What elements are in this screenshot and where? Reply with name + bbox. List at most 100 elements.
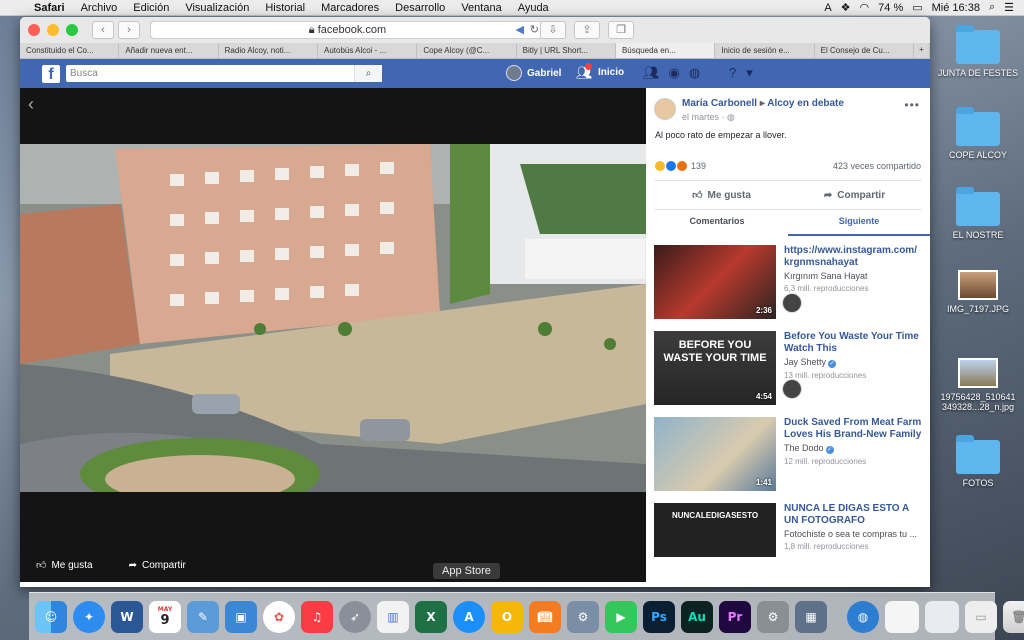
facebook-logo-icon[interactable]: f — [42, 65, 60, 83]
notifications-icon[interactable]: ☰ — [1004, 1, 1014, 14]
menu-archivo[interactable]: Archivo — [73, 2, 126, 14]
menu-marcadores[interactable]: Marcadores — [313, 2, 387, 14]
books-icon[interactable]: 📖︎ — [529, 600, 561, 633]
clock[interactable]: Mié 16:38 — [932, 2, 980, 14]
account-menu-icon[interactable]: ▾ — [746, 65, 753, 81]
desktop-image-img7197[interactable]: IMG_7197.JPG — [936, 270, 1020, 314]
excel-icon[interactable]: X — [415, 600, 447, 633]
zoom-window-button[interactable] — [66, 24, 78, 36]
menu-ayuda[interactable]: Ayuda — [510, 2, 557, 14]
channel-name[interactable]: The Dodo — [784, 443, 824, 453]
address-bar[interactable]: 🔒︎ facebook.com ◀︎ ↻ — [150, 21, 545, 39]
preview-icon[interactable]: ✎ — [187, 600, 219, 633]
share-button[interactable]: ➦ Compartir — [788, 181, 921, 209]
minimized-window-icon[interactable] — [925, 600, 959, 633]
safari-icon[interactable]: ✦ — [73, 600, 105, 633]
outlook-icon[interactable]: O — [491, 600, 523, 633]
network-globe-icon[interactable]: ◍ — [847, 600, 879, 633]
dropbox-icon[interactable]: ❖ — [841, 1, 851, 14]
author-name-link[interactable]: María Carbonell — [682, 98, 757, 109]
menu-historial[interactable]: Historial — [257, 2, 313, 14]
more-options-icon[interactable]: ••• — [904, 98, 920, 112]
suggested-video[interactable]: NUNCALEDIGASESTO NUNCA LE DIGAS ESTO A U… — [654, 503, 924, 557]
keynote-icon[interactable]: ▣ — [225, 600, 257, 633]
video-thumbnail[interactable]: 2:36 — [654, 245, 776, 319]
video-thumbnail[interactable]: BEFORE YOU WASTE YOUR TIME 4:54 — [654, 331, 776, 405]
tab-next[interactable]: Siguiente — [788, 209, 930, 236]
finder-icon[interactable]: ☺ — [35, 600, 67, 633]
tab-0[interactable]: Constituido el Co... — [20, 43, 120, 58]
new-tab-button[interactable]: + — [914, 43, 930, 58]
menu-desarrollo[interactable]: Desarrollo — [387, 2, 453, 14]
calendar-icon[interactable]: MAY 9 — [149, 600, 181, 633]
desktop-folder-fotos[interactable]: FOTOS — [936, 435, 1020, 488]
search-icon[interactable]: ⌕ — [354, 65, 382, 82]
facetime-icon[interactable]: ▶ — [605, 600, 637, 633]
trash-icon[interactable]: 🗑︎ — [1003, 600, 1024, 633]
video-share-button[interactable]: ➦ Compartir — [129, 560, 186, 571]
tab-8[interactable]: El Consejo de Cu... — [815, 43, 914, 58]
back-button[interactable]: ‹ — [92, 21, 114, 39]
charts-icon[interactable]: ▥ — [377, 600, 409, 633]
search-icon[interactable]: ⌕ — [989, 1, 995, 14]
menu-safari[interactable]: Safari — [26, 2, 73, 14]
battery-text[interactable]: 74 % — [878, 2, 903, 14]
system-preferences-icon[interactable]: ⚙ — [757, 600, 789, 633]
video-frame[interactable] — [20, 144, 646, 492]
tab-3[interactable]: Autobús Alcoi - ... — [318, 43, 418, 58]
desktop-folder-cope[interactable]: COPE ALCOY — [936, 107, 1020, 160]
word-icon[interactable]: W — [111, 600, 143, 633]
facebook-search-input[interactable]: Busca ⌕ — [66, 65, 382, 82]
channel-name[interactable]: Kırgınım Sana Hayat — [784, 271, 924, 281]
video-title[interactable]: https://www.instagram.com/ krgnmsnahayat — [784, 245, 924, 269]
image-capture-icon[interactable]: ▦ — [795, 600, 827, 633]
tab-4[interactable]: Cope Alcoy (@C... — [417, 43, 517, 58]
minimize-window-button[interactable] — [47, 24, 59, 36]
video-title[interactable]: Duck Saved From Meat Farm Loves His Bran… — [784, 417, 924, 441]
profile-link[interactable]: Gabriel — [506, 65, 561, 81]
share-button[interactable]: ⇪ — [574, 21, 600, 39]
desktop-folder-junta[interactable]: JUNTA DE FESTES — [936, 25, 1020, 78]
music-icon[interactable]: ♫ — [301, 600, 333, 633]
premiere-icon[interactable]: Pr — [719, 600, 751, 633]
back-arrow-icon[interactable]: ‹ — [28, 94, 34, 115]
suggested-video[interactable]: 1:41 Duck Saved From Meat Farm Loves His… — [654, 417, 924, 491]
notifications-globe-icon[interactable]: ◍ — [689, 65, 700, 81]
video-thumbnail[interactable]: NUNCALEDIGASESTO — [654, 503, 776, 557]
tab-comments[interactable]: Comentarios — [646, 209, 788, 236]
tab-1[interactable]: Añadir nueva ent... — [119, 43, 219, 58]
tab-6-active[interactable]: Búsqueda en... — [615, 43, 716, 58]
close-window-button[interactable] — [28, 24, 40, 36]
tab-2[interactable]: Radio Alcoy, noti... — [219, 43, 318, 58]
photoshop-icon[interactable]: Ps — [643, 600, 675, 633]
tab-5[interactable]: Bitly | URL Short... — [517, 43, 616, 58]
video-thumbnail[interactable]: 1:41 — [654, 417, 776, 491]
downloads-button[interactable]: ⇩ — [540, 21, 566, 39]
menu-ventana[interactable]: Ventana — [453, 2, 509, 14]
menu-visualizacion[interactable]: Visualización — [177, 2, 257, 14]
author-avatar[interactable] — [654, 98, 676, 120]
messenger-icon[interactable]: ◉ — [669, 65, 680, 81]
video-like-button[interactable]: 👍︎ Me gusta — [36, 559, 93, 572]
launchpad-icon[interactable]: ➶ — [339, 600, 371, 633]
desktop-folder-nostre[interactable]: EL NOSTRE — [936, 187, 1020, 240]
help-icon[interactable]: ? — [729, 65, 736, 81]
suggested-video[interactable]: BEFORE YOU WASTE YOUR TIME 4:54 Before Y… — [654, 331, 924, 405]
wifi-icon[interactable]: ◠ — [860, 1, 870, 14]
channel-name[interactable]: Jay Shetty — [784, 357, 826, 367]
reactions-count-link[interactable]: 139 — [655, 161, 706, 171]
speaker-icon[interactable]: ◀︎ — [516, 22, 524, 38]
app-store-icon[interactable]: A — [453, 600, 485, 633]
shares-count-link[interactable]: 423 veces compartido — [833, 161, 921, 171]
like-button[interactable]: 👍︎ Me gusta — [655, 181, 788, 209]
photos-icon[interactable]: ✿ — [263, 600, 295, 633]
downloads-stack-icon[interactable]: ▭ — [965, 600, 997, 633]
desktop-image-jpg[interactable]: 19756428_510641 349328...28_n.jpg — [936, 358, 1020, 412]
group-name-link[interactable]: Alcoy en debate — [767, 98, 844, 109]
video-title[interactable]: NUNCA LE DIGAS ESTO A UN FOTOGRAFO — [784, 503, 924, 527]
tab-7[interactable]: Inicio de sesión e... — [715, 43, 815, 58]
video-player[interactable]: ‹ 👍︎ Me gusta ➦ Compartir — [20, 88, 646, 582]
channel-name[interactable]: Fotochiste o sea te compras tu ... — [784, 529, 924, 539]
minimized-window-icon[interactable] — [885, 600, 919, 633]
friend-requests-icon[interactable]: 👥︎ — [643, 65, 660, 81]
